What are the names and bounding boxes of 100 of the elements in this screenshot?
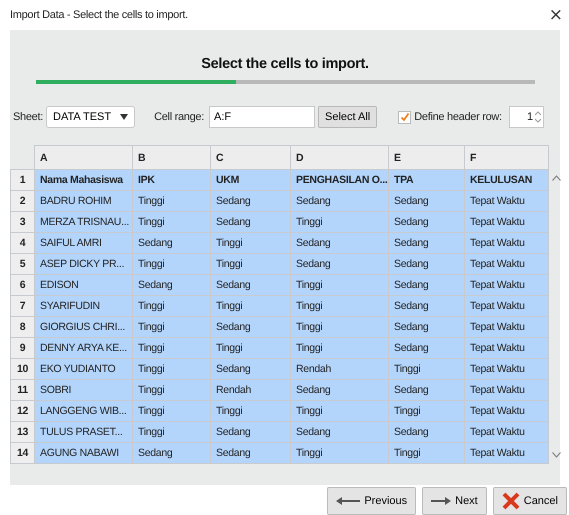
select-all-button[interactable]: Select All xyxy=(318,106,378,128)
table-cell: Sedang xyxy=(210,422,290,442)
table-cell: EKO YUDIANTO xyxy=(34,358,132,380)
row-header[interactable]: 10 xyxy=(10,358,34,380)
row-header[interactable]: 4 xyxy=(10,232,34,254)
table-cell: Tepat Waktu xyxy=(464,254,548,274)
table-cell: Sedang xyxy=(210,442,290,464)
row-header[interactable]: 13 xyxy=(10,422,34,442)
next-button[interactable]: Next xyxy=(422,487,487,515)
table-cell: Tinggi xyxy=(290,274,388,296)
column-header[interactable]: D xyxy=(290,146,388,170)
row-header[interactable]: 6 xyxy=(10,274,34,296)
row-header[interactable]: 11 xyxy=(10,380,34,400)
table-cell: Sedang xyxy=(210,212,290,232)
row-header[interactable]: 8 xyxy=(10,316,34,338)
header-row-spinner[interactable]: 1 xyxy=(508,106,544,128)
table-cell: Tinggi xyxy=(132,254,210,274)
table-cell: Tepat Waktu xyxy=(464,232,548,254)
table-cell: Sedang xyxy=(132,442,210,464)
table-cell: Tinggi xyxy=(388,442,464,464)
table-cell: Tinggi xyxy=(290,296,388,316)
table-cell: Sedang xyxy=(210,358,290,380)
table-cell: Tepat Waktu xyxy=(464,296,548,316)
table-cell: Sedang xyxy=(290,232,388,254)
table-cell: Tepat Waktu xyxy=(464,338,548,358)
table-cell: Sedang xyxy=(210,274,290,296)
table-cell: Tepat Waktu xyxy=(464,212,548,232)
table-cell: GIORGIUS CHRI... xyxy=(34,316,132,338)
table-cell: Tinggi xyxy=(210,254,290,274)
table-cell: Tinggi xyxy=(132,316,210,338)
row-header[interactable]: 2 xyxy=(10,190,34,212)
table-cell: Sedang xyxy=(210,316,290,338)
row-header[interactable]: 5 xyxy=(10,254,34,274)
close-button[interactable]: × xyxy=(544,5,567,25)
table-cell: Tepat Waktu xyxy=(464,442,548,464)
table-cell: Tinggi xyxy=(132,358,210,380)
table-cell: Sedang xyxy=(290,254,388,274)
table-cell: Sedang xyxy=(210,190,290,212)
header-row-label: Define header row: xyxy=(414,111,502,123)
table-cell: Sedang xyxy=(290,380,388,400)
table-cell: SOBRI xyxy=(34,380,132,400)
table-cell: Tinggi xyxy=(132,212,210,232)
left-arrow-icon xyxy=(336,497,360,505)
table-cell: EDISON xyxy=(34,274,132,296)
row-header[interactable]: 7 xyxy=(10,296,34,316)
row-header[interactable]: 14 xyxy=(10,442,34,464)
table-cell: LANGGENG WIB... xyxy=(34,400,132,422)
scroll-up-icon[interactable] xyxy=(552,175,561,181)
table-cell: BADRU ROHIM xyxy=(34,190,132,212)
table-cell: Tinggi xyxy=(290,442,388,464)
window-title: Import Data - Select the cells to import. xyxy=(10,9,188,21)
right-arrow-icon xyxy=(431,497,452,505)
table-cell: Tepat Waktu xyxy=(464,380,548,400)
table-cell: Sedang xyxy=(290,422,388,442)
sheet-label: Sheet: xyxy=(13,111,44,123)
table-cell: Tepat Waktu xyxy=(464,358,548,380)
table-cell: Tinggi xyxy=(210,296,290,316)
column-header[interactable]: F xyxy=(464,146,548,170)
table-cell: AGUNG NABAWI xyxy=(34,442,132,464)
table-cell: Tinggi xyxy=(290,400,388,422)
table-cell: Tepat Waktu xyxy=(464,316,548,338)
table-cell: Tinggi xyxy=(290,338,388,358)
row-header[interactable]: 1 xyxy=(10,170,34,190)
table-cell: Sedang xyxy=(388,296,464,316)
table-cell: Tepat Waktu xyxy=(464,400,548,422)
table-cell: MERZA TRISNAU... xyxy=(34,212,132,232)
table-cell: Tinggi xyxy=(132,422,210,442)
column-header[interactable]: E xyxy=(388,146,464,170)
table-cell: TPA xyxy=(388,170,464,190)
column-header[interactable]: A xyxy=(34,146,132,170)
table-cell: Sedang xyxy=(388,190,464,212)
column-header[interactable]: C xyxy=(210,146,290,170)
table-cell: Sedang xyxy=(388,422,464,442)
table-cell: Sedang xyxy=(388,232,464,254)
table-cell: Nama Mahasiswa xyxy=(34,170,132,190)
header-row-checkbox[interactable] xyxy=(398,110,412,124)
cancel-button[interactable]: Cancel xyxy=(492,487,567,515)
table-cell: Tinggi xyxy=(388,400,464,422)
table-cell: Rendah xyxy=(210,380,290,400)
table-cell: Tinggi xyxy=(388,358,464,380)
table-cell: Sedang xyxy=(388,254,464,274)
column-header[interactable]: B xyxy=(132,146,210,170)
scroll-down-icon[interactable] xyxy=(552,452,561,458)
step-heading: Select the cells to import. xyxy=(200,56,370,72)
table-cell: Tinggi xyxy=(132,296,210,316)
table-cell: Tinggi xyxy=(290,212,388,232)
cross-icon xyxy=(502,492,520,510)
table-cell: Tepat Waktu xyxy=(464,422,548,442)
table-cell: Sedang xyxy=(132,274,210,296)
table-cell: Tinggi xyxy=(210,232,290,254)
sheet-dropdown[interactable]: DATA TEST xyxy=(46,106,136,128)
table-cell: Tinggi xyxy=(210,338,290,358)
row-header[interactable]: 3 xyxy=(10,212,34,232)
cell-range-field[interactable]: A:F xyxy=(209,106,315,128)
table-cell: SAIFUL AMRI xyxy=(34,232,132,254)
row-header[interactable]: 12 xyxy=(10,400,34,422)
table-cell: Rendah xyxy=(290,358,388,380)
row-header[interactable]: 9 xyxy=(10,338,34,358)
table-cell: Tinggi xyxy=(132,338,210,358)
previous-button[interactable]: Previous xyxy=(327,487,416,515)
